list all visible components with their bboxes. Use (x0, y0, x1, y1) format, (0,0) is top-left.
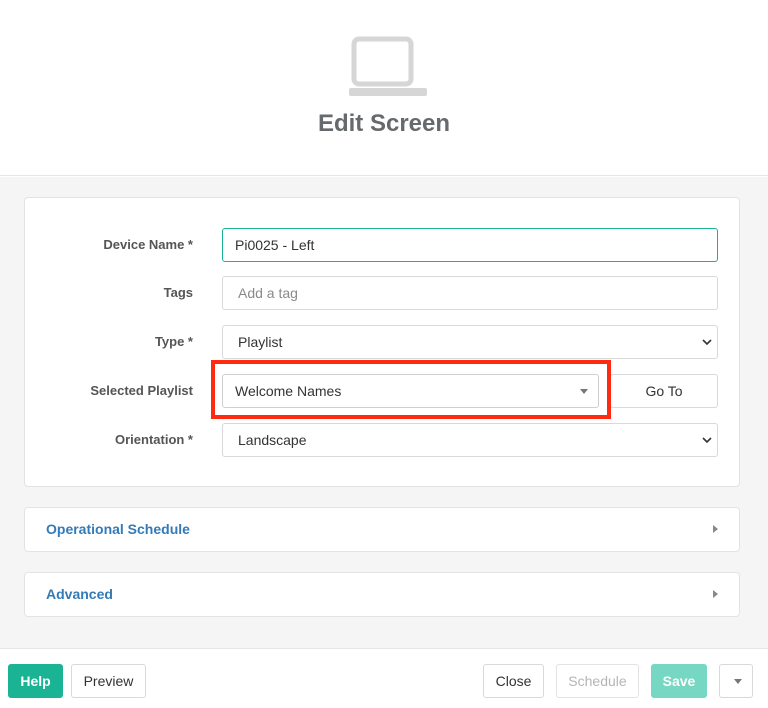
orientation-select[interactable]: Landscape (222, 423, 718, 457)
content-area: Device Name * Tags Type * Playlist Selec… (0, 177, 768, 648)
type-row: Type * Playlist (25, 325, 741, 359)
advanced-panel[interactable]: Advanced (24, 572, 740, 617)
device-name-input[interactable] (222, 228, 718, 262)
operational-schedule-title[interactable]: Operational Schedule (46, 508, 190, 551)
tags-row: Tags (25, 276, 741, 310)
preview-button[interactable]: Preview (71, 664, 146, 698)
tags-label: Tags (163, 285, 193, 300)
go-to-button[interactable]: Go To (610, 374, 718, 408)
caret-right-icon (713, 525, 718, 533)
orientation-row: Orientation * Landscape (25, 423, 741, 457)
type-select-value: Playlist (238, 334, 283, 350)
caret-right-icon (713, 590, 718, 598)
page-header: Edit Screen (0, 0, 768, 176)
type-select[interactable]: Playlist (222, 325, 718, 359)
chevron-down-icon (702, 339, 712, 346)
footer-toolbar: Help Preview Close Schedule Save (0, 648, 768, 708)
more-options-button[interactable] (719, 664, 753, 698)
screen-settings-card: Device Name * Tags Type * Playlist Selec… (24, 197, 740, 487)
selected-playlist-row: Selected Playlist Welcome Names Go To (25, 374, 741, 408)
operational-schedule-panel[interactable]: Operational Schedule (24, 507, 740, 552)
close-button[interactable]: Close (483, 664, 544, 698)
help-button[interactable]: Help (8, 664, 63, 698)
device-name-label: Device Name * (103, 237, 193, 252)
playlist-select-value: Welcome Names (235, 383, 342, 399)
type-label: Type * (154, 334, 193, 349)
orientation-label: Orientation * (114, 432, 193, 447)
laptop-icon (349, 36, 427, 96)
advanced-title[interactable]: Advanced (46, 573, 113, 616)
device-name-row: Device Name * (25, 228, 741, 262)
save-button[interactable]: Save (651, 664, 707, 698)
caret-down-icon (734, 679, 742, 684)
orientation-select-value: Landscape (238, 432, 307, 448)
page-title: Edit Screen (317, 110, 451, 137)
schedule-button[interactable]: Schedule (556, 664, 639, 698)
tags-input[interactable] (222, 276, 718, 310)
selected-playlist-label: Selected Playlist (90, 383, 193, 398)
caret-down-icon (580, 389, 588, 394)
playlist-select[interactable]: Welcome Names (222, 374, 599, 408)
chevron-down-icon (702, 437, 712, 444)
